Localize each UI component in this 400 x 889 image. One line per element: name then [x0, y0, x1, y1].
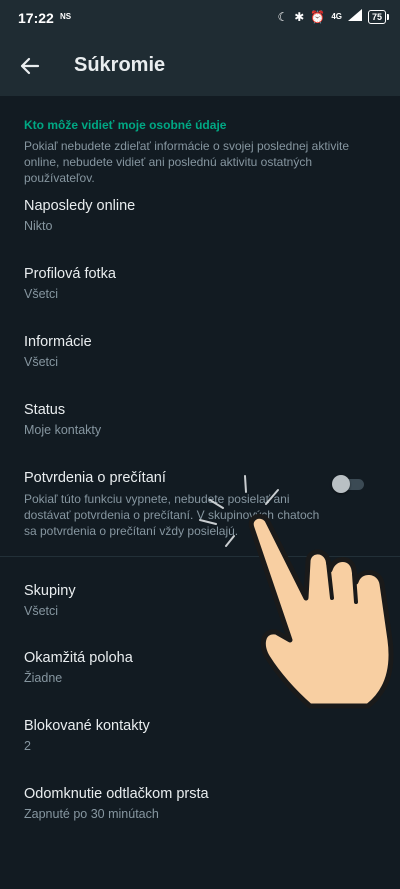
setting-label: Blokované kontakty	[24, 718, 150, 734]
status-time: 17:22	[18, 10, 54, 26]
setting-label: Informácie	[24, 334, 92, 350]
page-title: Súkromie	[74, 54, 166, 76]
section-description: Pokiaľ nebudete zdieľať informácie o svo…	[24, 139, 350, 185]
setting-value: Moje kontakty	[24, 423, 102, 437]
setting-label: Odomknutie odtlačkom prsta	[24, 786, 209, 802]
alarm-clock-icon: ⏰	[310, 9, 326, 24]
section-title: Kto môže vidieť moje osobné údaje	[24, 118, 227, 132]
setting-blocked-contacts[interactable]: Blokované kontakty 2	[24, 718, 364, 753]
setting-label: Naposledy online	[24, 198, 136, 214]
setting-status[interactable]: Status Moje kontakty	[24, 402, 364, 437]
battery-icon: 75	[367, 9, 390, 24]
pointing-hand-icon	[199, 475, 394, 709]
network-type: 4G	[331, 12, 342, 21]
setting-profile-photo[interactable]: Profilová fotka Všetci	[24, 266, 364, 301]
setting-value: Zapnuté po 30 minútach	[24, 807, 159, 821]
setting-about[interactable]: Informácie Všetci	[24, 334, 364, 369]
app-bar: Súkromie	[0, 36, 400, 96]
status-carrier-tag: NS	[60, 12, 72, 21]
setting-value: Všetci	[24, 287, 59, 301]
status-icons: ☾ ✱ ⏰ 4G 75	[277, 9, 390, 24]
do-not-disturb-moon-icon: ☾	[277, 9, 289, 24]
status-bar: 17:22 NS ☾ ✱ ⏰ 4G 75	[0, 0, 400, 36]
setting-value: Všetci	[24, 355, 59, 369]
setting-fingerprint-lock[interactable]: Odomknutie odtlačkom prsta Zapnuté po 30…	[24, 786, 364, 821]
arrow-left-icon	[20, 57, 40, 75]
back-button[interactable]	[16, 52, 44, 80]
signal-icon	[347, 9, 362, 24]
setting-label: Profilová fotka	[24, 266, 116, 282]
setting-value: Nikto	[24, 219, 53, 233]
setting-value: 2	[24, 739, 31, 753]
setting-label: Status	[24, 402, 66, 418]
setting-last-seen[interactable]: Naposledy online Nikto	[24, 198, 364, 233]
bluetooth-icon: ✱	[294, 9, 305, 24]
